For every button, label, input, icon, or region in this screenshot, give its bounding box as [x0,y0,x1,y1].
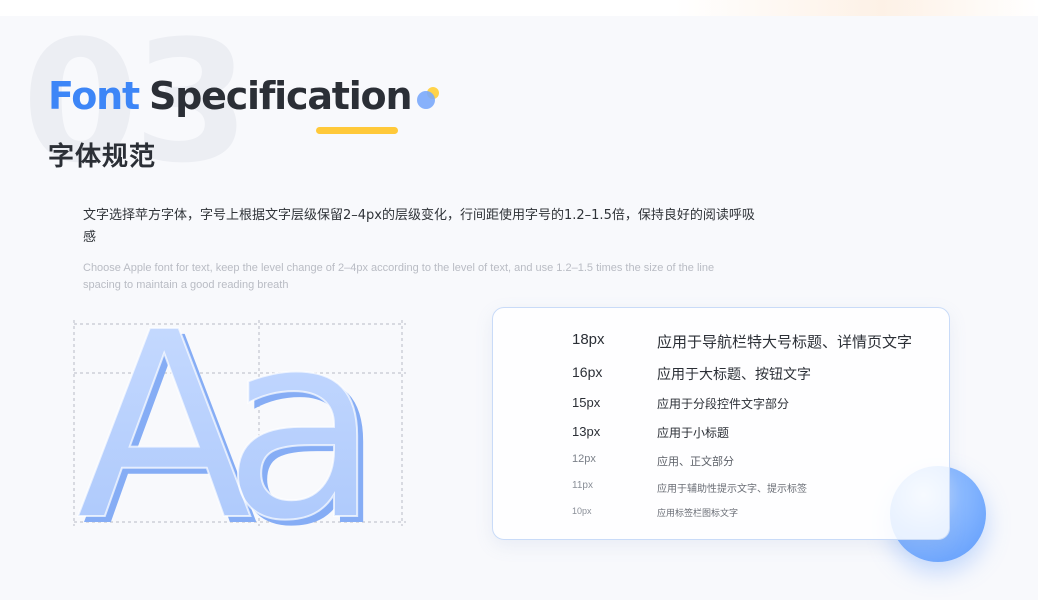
title-word-specification: Specification [148,74,413,118]
spec-size: 10px [572,506,592,516]
font-sample-aa: Aa Aa [73,316,406,528]
spec-size: 15px [572,395,601,410]
description-english: Choose Apple font for text, keep the lev… [83,262,715,291]
font-size-spec-card: 18px 应用于导航栏特大号标题、详情页文字 16px 应用于大标题、按钮文字 … [492,307,950,540]
title-underline-accent [316,127,398,134]
spec-size: 18px [572,331,605,348]
spec-usage: 应用于辅助性提示文字、提示标签 [657,484,807,495]
spec-size: 12px [572,453,596,465]
spec-usage: 应用标签栏图标文字 [657,509,739,519]
page-subtitle: 字体规范 [48,142,157,172]
spec-usage: 应用于小标题 [657,426,730,440]
title-word-font: Font [48,74,140,118]
font-sample-glyphs: Aa [76,316,360,528]
spec-usage: 应用于导航栏特大号标题、详情页文字 [657,333,913,351]
spec-usage: 应用于大标题、按钮文字 [657,367,811,383]
decorative-dots-icon [417,87,439,109]
description-chinese: 文字选择苹方字体，字号上根据文字层级保留2–4px的层级变化，行间距使用字号的1… [83,208,755,245]
page-title: Font Specification [48,74,413,118]
spec-size: 11px [572,480,593,491]
spec-size: 13px [572,424,601,439]
spec-size: 16px [572,364,603,380]
spec-usage: 应用、正文部分 [657,455,734,468]
spec-usage: 应用于分段控件文字部分 [657,397,790,411]
